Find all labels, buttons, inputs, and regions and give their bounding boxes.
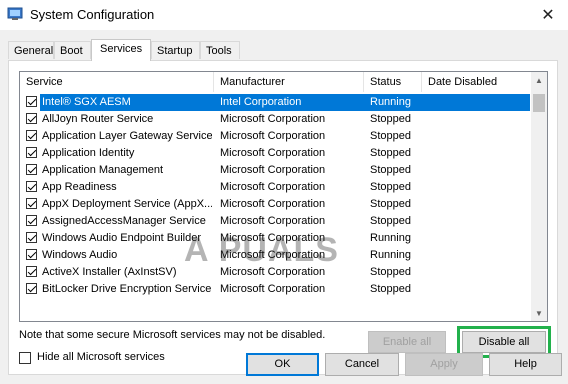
scroll-thumb[interactable] [533, 94, 545, 112]
service-row[interactable]: AppX Deployment Service (AppX... Microsof… [20, 196, 531, 213]
service-row[interactable]: Application Identity Microsoft Corporatio… [20, 145, 531, 162]
scroll-down-icon[interactable]: ▼ [531, 305, 547, 321]
service-checkbox[interactable] [26, 198, 37, 209]
service-status: Stopped [370, 147, 411, 159]
service-status: Running [370, 232, 411, 244]
service-name: Application Management [42, 164, 164, 176]
service-manufacturer: Intel Corporation [220, 96, 302, 108]
close-icon: ✕ [541, 7, 555, 24]
close-button[interactable]: ✕ [528, 0, 568, 30]
service-status: Running [370, 96, 411, 108]
appuals-watermark: A PUALS [184, 231, 339, 269]
service-manufacturer: Microsoft Corporation [220, 283, 326, 295]
service-status: Stopped [370, 215, 411, 227]
service-row[interactable]: BitLocker Drive Encryption Service Micros… [20, 281, 531, 298]
tab-tools[interactable]: Tools [200, 41, 240, 59]
tab-startup[interactable]: Startup [151, 41, 200, 59]
column-date-disabled[interactable]: Date Disabled [422, 72, 531, 92]
title-bar: System Configuration ✕ [0, 0, 568, 30]
hide-microsoft-services-checkbox[interactable] [19, 352, 31, 364]
services-list[interactable]: Service Manufacturer Status Date Disable… [19, 71, 548, 322]
service-name: BitLocker Drive Encryption Service [42, 283, 212, 295]
service-checkbox[interactable] [26, 283, 37, 294]
service-row[interactable]: Application Layer Gateway Service Microso… [20, 128, 531, 145]
service-checkbox[interactable] [26, 249, 37, 260]
service-status: Stopped [370, 198, 411, 210]
column-service[interactable]: Service [20, 72, 214, 92]
list-header: Service Manufacturer Status Date Disable… [20, 72, 547, 92]
service-name: Application Identity [42, 147, 135, 159]
service-checkbox[interactable] [26, 113, 37, 124]
service-checkbox[interactable] [26, 147, 37, 158]
service-status: Stopped [370, 164, 411, 176]
ok-button[interactable]: OK [246, 353, 319, 376]
service-checkbox[interactable] [26, 130, 37, 141]
window-title: System Configuration [30, 7, 155, 22]
service-row[interactable]: Intel® SGX AESM Intel Corporation Running [20, 94, 531, 111]
service-status: Stopped [370, 283, 411, 295]
service-manufacturer: Microsoft Corporation [220, 113, 326, 125]
service-manufacturer: Microsoft Corporation [220, 147, 326, 159]
tab-boot[interactable]: Boot [54, 41, 91, 59]
service-checkbox[interactable] [26, 181, 37, 192]
service-status: Stopped [370, 181, 411, 193]
service-checkbox[interactable] [26, 266, 37, 277]
services-panel: Service Manufacturer Status Date Disable… [8, 60, 558, 375]
service-name: App Readiness [42, 181, 117, 193]
service-name: AppX Deployment Service (AppX... [42, 198, 212, 210]
service-name: Intel® SGX AESM [42, 96, 131, 108]
service-row[interactable]: AssignedAccessManager Service Microsoft C… [20, 213, 531, 230]
disable-all-button[interactable]: Disable all [462, 331, 546, 353]
scroll-up-icon[interactable]: ▲ [531, 72, 547, 88]
service-checkbox[interactable] [26, 232, 37, 243]
enable-all-button[interactable]: Enable all [368, 331, 446, 353]
hide-microsoft-services-label: Hide all Microsoft services [37, 351, 165, 363]
service-checkbox[interactable] [26, 164, 37, 175]
service-status: Running [370, 249, 411, 261]
column-status[interactable]: Status [364, 72, 422, 92]
cancel-button[interactable]: Cancel [325, 353, 399, 376]
service-name: AllJoyn Router Service [42, 113, 154, 125]
system-configuration-icon [7, 7, 23, 20]
service-manufacturer: Microsoft Corporation [220, 215, 326, 227]
column-manufacturer[interactable]: Manufacturer [214, 72, 364, 92]
service-name: Application Layer Gateway Service [42, 130, 212, 142]
tab-general[interactable]: General [8, 41, 54, 59]
service-row[interactable]: Application Management Microsoft Corporat… [20, 162, 531, 179]
service-manufacturer: Microsoft Corporation [220, 164, 326, 176]
apply-button[interactable]: Apply [405, 353, 483, 376]
service-row[interactable]: AllJoyn Router Service Microsoft Corporat… [20, 111, 531, 128]
help-button[interactable]: Help [489, 353, 562, 376]
service-row[interactable]: App Readiness Microsoft Corporation Stoppe… [20, 179, 531, 196]
service-name: AssignedAccessManager Service [42, 215, 206, 227]
tab-services[interactable]: Services [91, 39, 151, 61]
service-status: Stopped [370, 130, 411, 142]
service-status: Stopped [370, 113, 411, 125]
service-manufacturer: Microsoft Corporation [220, 198, 326, 210]
service-checkbox[interactable] [26, 215, 37, 226]
service-manufacturer: Microsoft Corporation [220, 130, 326, 142]
secure-services-note: Note that some secure Microsoft services… [19, 329, 326, 341]
vertical-scrollbar[interactable]: ▲ ▼ [531, 72, 547, 321]
service-status: Stopped [370, 266, 411, 278]
service-checkbox[interactable] [26, 96, 37, 107]
dialog-body: General Boot Services Startup Tools Serv… [0, 30, 568, 384]
service-manufacturer: Microsoft Corporation [220, 181, 326, 193]
